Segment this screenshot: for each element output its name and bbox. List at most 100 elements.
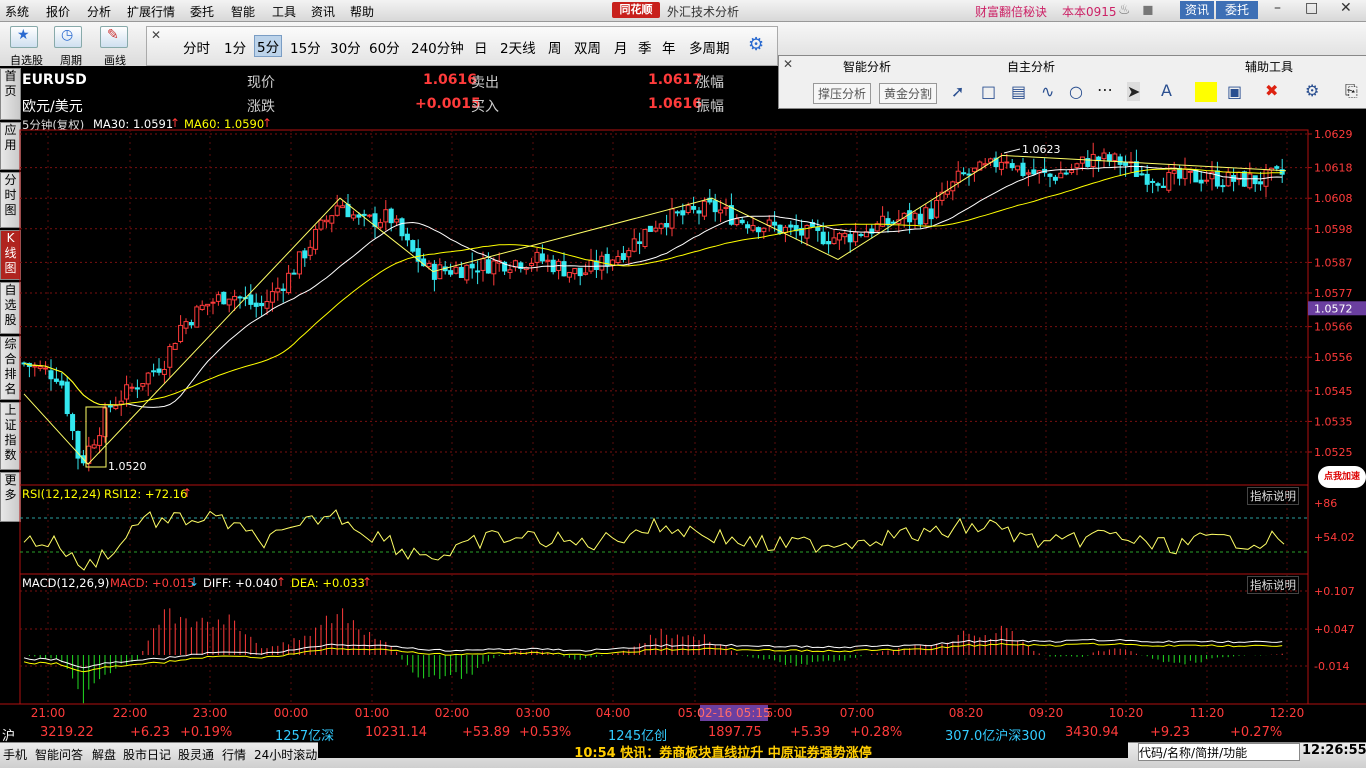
- candle-body: [318, 219, 324, 230]
- speed-up-ad[interactable]: 点我加速: [1318, 466, 1366, 488]
- status-quote[interactable]: 行情: [222, 746, 246, 763]
- candle-body: [1144, 173, 1150, 185]
- status-24h[interactable]: 24小时滚动: [254, 746, 317, 763]
- candle-body: [448, 270, 454, 275]
- candle-body: [583, 272, 589, 275]
- candle-body: [1015, 165, 1021, 171]
- index-item: +9.23: [1150, 725, 1190, 740]
- time-tick-label: 09:20: [1029, 706, 1064, 720]
- candle-body: [464, 264, 470, 281]
- candle-body: [831, 237, 837, 245]
- candle-body: [107, 405, 113, 408]
- candle-body: [1225, 172, 1231, 187]
- candle-body: [804, 225, 810, 239]
- candle-body: [858, 233, 864, 236]
- candle-body: [620, 253, 626, 260]
- candle-body: [226, 298, 232, 306]
- news-ticker[interactable]: 10:54 快讯：券商板块直线拉升 中原证券强势涨停: [318, 742, 1128, 761]
- candle-body: [1009, 163, 1015, 169]
- candle-body: [507, 269, 513, 273]
- candle-body: [1133, 161, 1139, 177]
- candle-body: [1182, 168, 1188, 180]
- candle-body: [723, 206, 729, 210]
- candle-body: [642, 228, 648, 247]
- high-mark-label: 1.0623: [1022, 143, 1061, 156]
- candle-body: [1150, 180, 1156, 183]
- candle-body: [210, 301, 216, 304]
- candle-body: [264, 301, 270, 309]
- candle-body: [453, 266, 459, 274]
- candle-body: [394, 218, 400, 223]
- candle-body: [48, 370, 54, 380]
- candle-body: [734, 218, 740, 226]
- rsi-tick-label: +86: [1314, 497, 1337, 510]
- price-tick-label: 1.0566: [1314, 321, 1353, 334]
- candle-body: [172, 342, 178, 350]
- candle-body: [356, 214, 362, 218]
- candle-body: [1214, 170, 1220, 187]
- index-bar: 沪 3219.22 +6.23 +0.19% 1257亿深 10231.14 +53.89 +…: [0, 723, 1366, 744]
- candle-body: [237, 296, 243, 299]
- candle-body: [1025, 172, 1031, 175]
- time-tick-label: 02:00: [435, 706, 470, 720]
- candle-body: [140, 383, 146, 387]
- candle-body: [955, 170, 961, 183]
- status-diary[interactable]: 股市日记: [123, 746, 171, 763]
- candle-body: [37, 366, 43, 369]
- price-tick-label: 1.0598: [1314, 223, 1353, 236]
- rsi-line: [23, 509, 1285, 571]
- time-tick-label: 22:00: [113, 706, 148, 720]
- candle-body: [232, 295, 238, 301]
- candle-body: [674, 211, 680, 214]
- candle-body: [253, 302, 259, 307]
- code-search-input[interactable]: 代码/名称/简拼/功能: [1138, 743, 1300, 761]
- candle-body: [1004, 161, 1010, 164]
- candle-body: [1101, 152, 1107, 160]
- candle-body: [70, 414, 76, 432]
- candle-body: [199, 304, 205, 310]
- status-mobile[interactable]: 手机: [3, 746, 27, 763]
- status-qa[interactable]: 智能问答: [35, 746, 83, 763]
- candle-body: [32, 365, 38, 368]
- index-item: 3430.94: [1065, 725, 1119, 740]
- candle-body: [566, 271, 572, 278]
- candle-body: [286, 272, 292, 294]
- candle-body: [961, 172, 967, 175]
- candle-body: [755, 227, 761, 233]
- candle-body: [664, 223, 670, 228]
- time-tick-label: 11:20: [1190, 706, 1225, 720]
- candle-body: [534, 251, 540, 263]
- rsi-panel-frame: [19, 484, 1309, 575]
- candle-body: [91, 444, 97, 449]
- candle-body: [491, 260, 497, 275]
- price-tick-label: 1.0535: [1314, 415, 1353, 428]
- candle-body: [745, 224, 751, 229]
- candle-body: [842, 232, 848, 238]
- candle-body: [1258, 181, 1264, 185]
- candle-body: [1193, 169, 1199, 183]
- price-tick-label: 1.0556: [1314, 351, 1353, 364]
- candle-body: [1177, 168, 1183, 179]
- candle-body: [529, 262, 535, 267]
- candle-body: [280, 288, 286, 292]
- candle-body: [1058, 172, 1064, 179]
- ma60-line: [23, 168, 1283, 406]
- candle-body: [307, 246, 313, 256]
- kline-chart[interactable]: 1.0629 1.0618 1.0608 1.0598 1.0587 1.0577 1.05…: [0, 0, 1366, 723]
- candle-body: [59, 380, 65, 386]
- candle-body: [1252, 175, 1258, 185]
- macd-tick-label: +0.107: [1314, 585, 1355, 598]
- low-mark-label: 1.0520: [108, 460, 147, 473]
- candle-body: [426, 262, 432, 268]
- status-jiepan[interactable]: 解盘: [92, 746, 116, 763]
- price-tick-label: 1.0577: [1314, 287, 1353, 300]
- status-linglong[interactable]: 股灵通: [178, 746, 214, 763]
- price-tick-label: 1.0618: [1314, 162, 1353, 175]
- candle-body: [971, 167, 977, 173]
- candle-body: [1117, 156, 1123, 165]
- candle-body: [615, 256, 621, 264]
- candle-body: [1160, 185, 1166, 188]
- time-tick-label: 01:00: [355, 706, 390, 720]
- time-tick-label: 07:00: [840, 706, 875, 720]
- candle-body: [188, 321, 194, 326]
